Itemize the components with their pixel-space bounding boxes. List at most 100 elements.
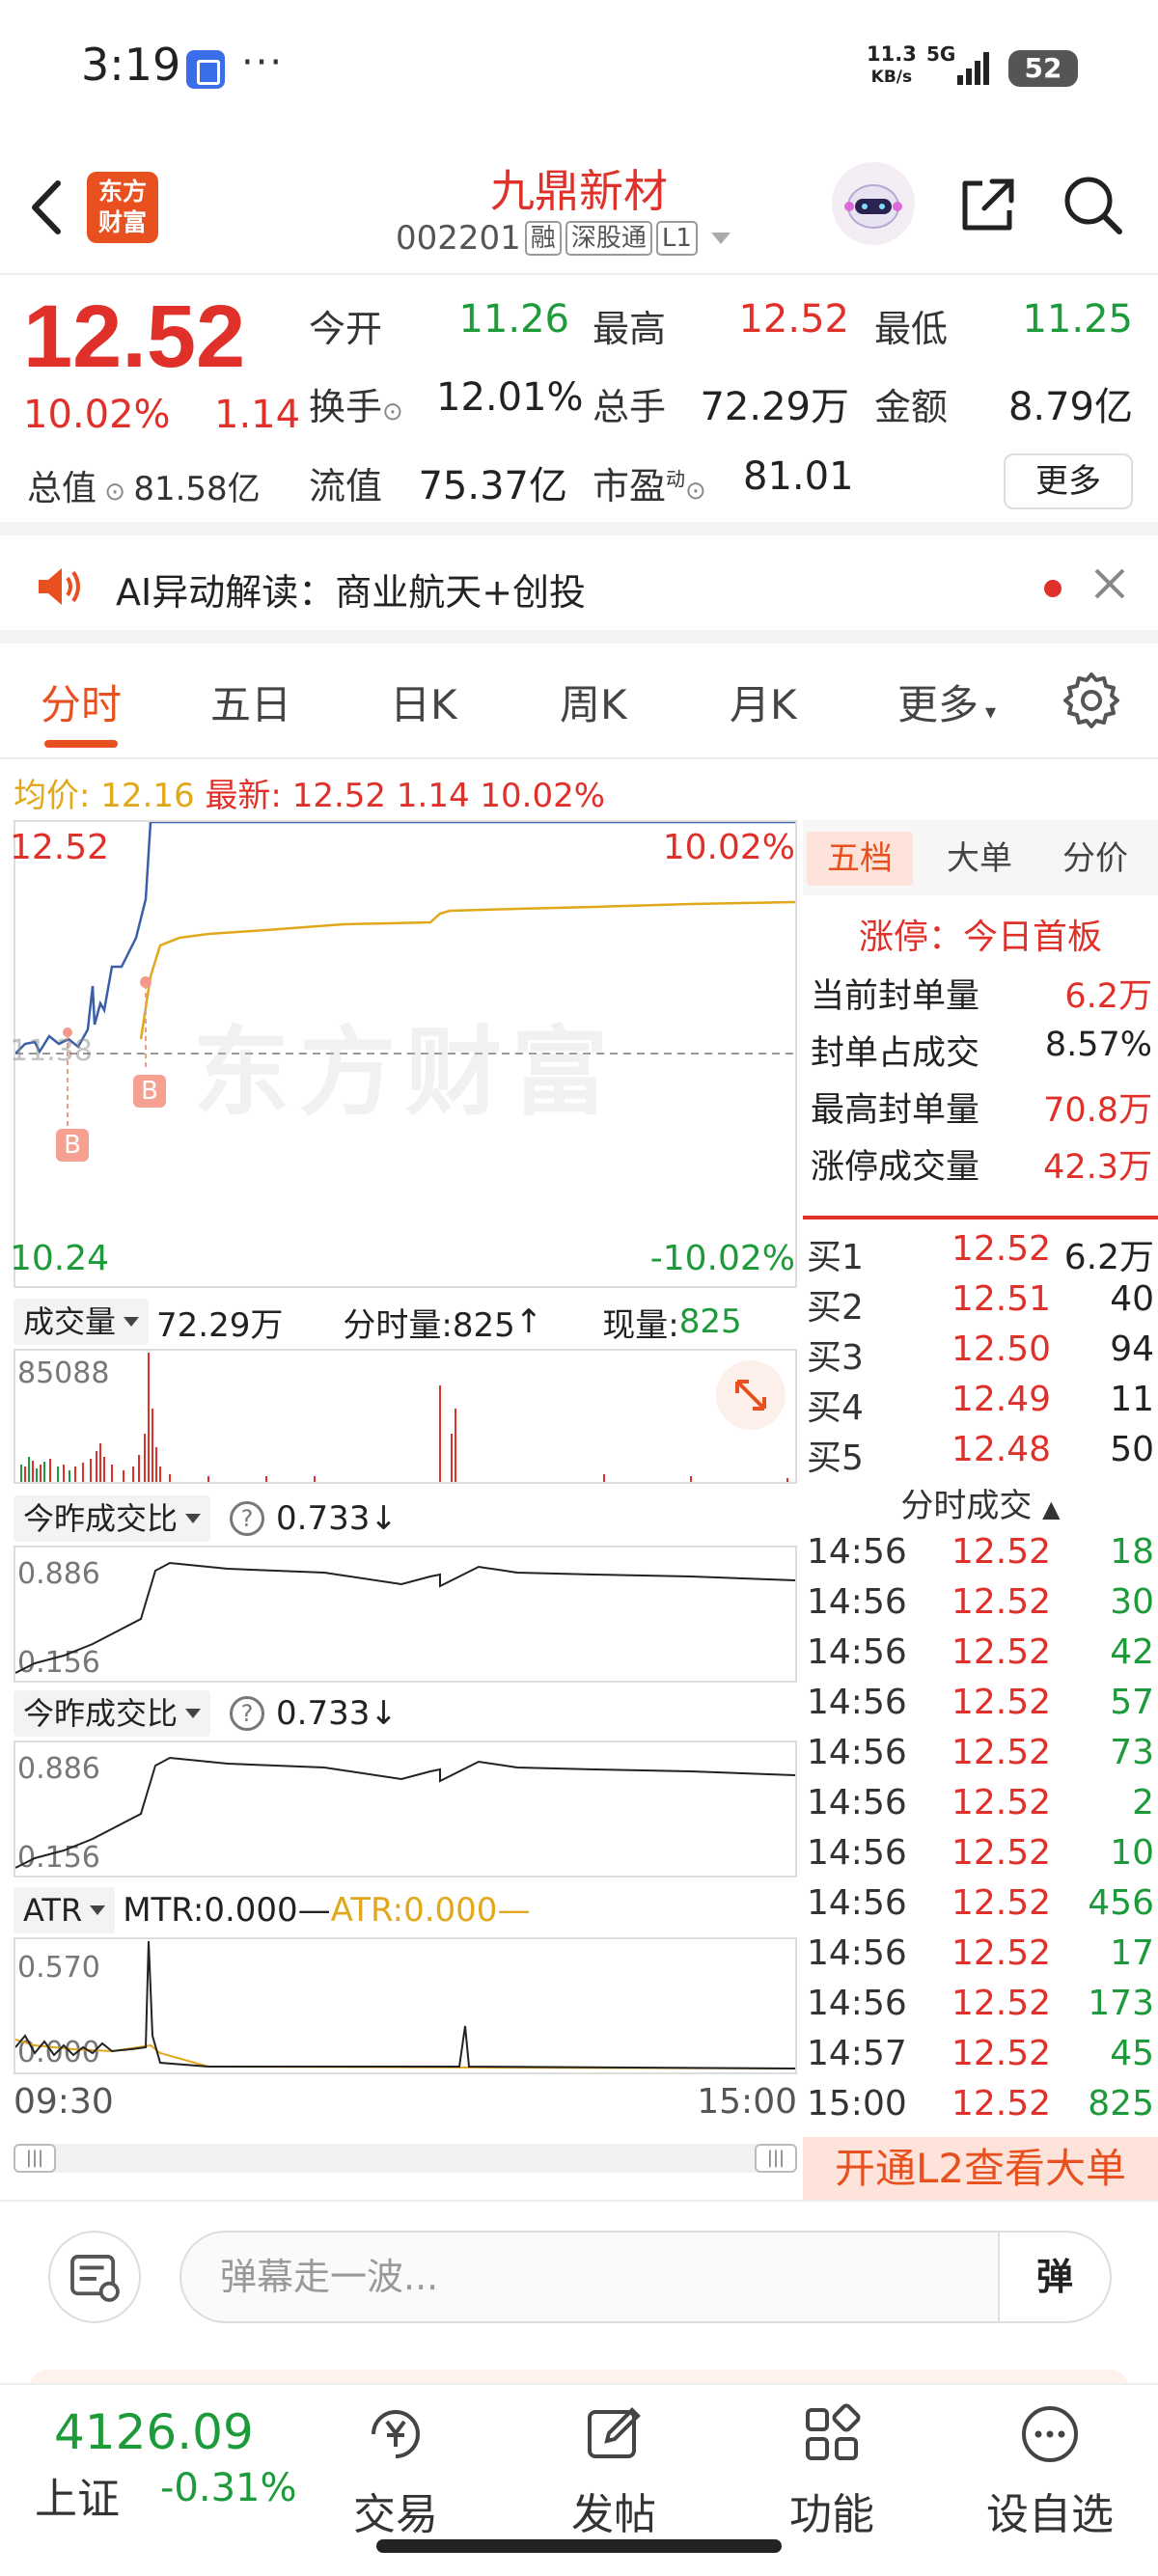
ratio-chart-2[interactable]: 0.886 0.156	[14, 1740, 797, 1877]
nav-trade[interactable]: 交易	[328, 2402, 463, 2541]
barrage-settings-icon[interactable]	[48, 2231, 141, 2323]
close-icon[interactable]	[1090, 564, 1129, 603]
grid-icon	[806, 2403, 861, 2460]
tick-time: 14:56	[807, 1582, 907, 1622]
stock-code-row[interactable]: 002201 融 深股通 L1	[396, 217, 731, 260]
gear-icon[interactable]	[1062, 671, 1121, 730]
ob-label: 买5	[807, 1439, 864, 1478]
order-book-row: 买2 12.51 40	[807, 1279, 1154, 1329]
tick-price: 12.52	[951, 1883, 1052, 1923]
caret-down-icon	[90, 1905, 106, 1915]
tick-row: 14:56 12.52 10	[807, 1833, 1154, 1883]
volume-indicator-select[interactable]: 成交量	[14, 1299, 150, 1345]
buy-marker[interactable]: B	[133, 1075, 166, 1108]
tab-more[interactable]: 更多 ▾	[897, 672, 996, 731]
quote-panel: 12.52 10.02% 1.14 总值 ⊙ 81.58亿 今开 11.26 最…	[0, 277, 1158, 535]
caret-down-icon	[124, 1317, 140, 1327]
tab-big-orders[interactable]: 大单	[926, 832, 1033, 886]
nav-post[interactable]: 发帖	[546, 2402, 681, 2541]
limit-row-label: 涨停成交量	[811, 1148, 980, 1187]
tab-intraday[interactable]: 分时	[41, 672, 122, 731]
info-icon[interactable]: ⊙	[685, 477, 706, 506]
help-icon[interactable]: ?	[230, 1501, 265, 1536]
pe-label-text: 市盈	[593, 465, 667, 507]
connect-tag: 深股通	[565, 221, 652, 256]
tick-price: 12.52	[951, 1632, 1052, 1672]
tab-monthly-k[interactable]: 月K	[730, 672, 797, 731]
nav-watchlist[interactable]: 设自选	[982, 2402, 1117, 2541]
time-start: 09:30	[14, 2082, 114, 2122]
buy-marker[interactable]: B	[56, 1129, 89, 1162]
expand-icon[interactable]	[716, 1360, 786, 1430]
range-handle-left[interactable]: |||	[14, 2144, 56, 2173]
tick-row: 15:00 12.52 825	[807, 2084, 1154, 2134]
mtr-value: MTR:0.000	[123, 1891, 298, 1930]
caret-up-icon: ▲	[1042, 1495, 1061, 1522]
tick-qty: 45	[1110, 2034, 1154, 2073]
tab-weekly-k[interactable]: 周K	[560, 672, 627, 731]
limit-row: 涨停成交量 42.3万	[811, 1139, 1152, 1189]
now-volume-label: 现量:	[602, 1305, 679, 1345]
ob-label: 买3	[807, 1338, 864, 1378]
limit-row-value: 8.57%	[1044, 1026, 1152, 1064]
atr-line-svg	[15, 1940, 795, 2069]
arrow-up-icon: ↑	[514, 1302, 543, 1341]
low-value: 11.25	[1022, 297, 1133, 342]
now-volume-value: 825	[678, 1302, 742, 1341]
ai-assistant-icon[interactable]	[832, 162, 915, 245]
order-book-row: 买3 12.50 94	[807, 1329, 1154, 1380]
turnover-value: 12.01%	[436, 375, 584, 420]
ob-price: 12.51	[951, 1279, 1052, 1319]
info-icon[interactable]: ⊙	[96, 478, 133, 507]
high-label: 最高	[593, 308, 667, 350]
tab-five-day[interactable]: 五日	[210, 672, 291, 731]
tick-price: 12.52	[951, 1833, 1052, 1873]
more-button[interactable]: 更多	[1004, 453, 1133, 509]
tick-qty: 18	[1110, 1532, 1154, 1572]
chevron-down-icon[interactable]	[710, 233, 731, 244]
mtr-line-sample: —	[297, 1891, 331, 1930]
help-icon[interactable]: ?	[230, 1696, 265, 1731]
tick-row: 14:56 12.52 42	[807, 1632, 1154, 1683]
index-change: -0.31%	[160, 2466, 297, 2510]
volume-chart[interactable]: 85088	[14, 1349, 797, 1484]
volume-bars-svg	[20, 1353, 788, 1482]
watermark: 东方财富	[193, 1016, 618, 1129]
network-type: 5G	[926, 42, 956, 66]
range-handle-right[interactable]: |||	[755, 2144, 797, 2173]
tick-qty: 42	[1110, 1632, 1154, 1672]
turnover-label: 换手⊙	[309, 377, 403, 430]
stock-code: 002201	[396, 219, 521, 258]
change-amount: 1.14	[214, 393, 301, 437]
tick-qty: 17	[1110, 1933, 1154, 1973]
search-icon[interactable]	[1060, 172, 1127, 239]
limit-up-title: 涨停：今日首板	[858, 918, 1102, 957]
tick-time: 14:56	[807, 1833, 907, 1873]
limit-row-value: 70.8万	[1043, 1091, 1152, 1130]
barrage-toggle-button[interactable]: 弹	[998, 2231, 1112, 2323]
nav-functions[interactable]: 功能	[764, 2402, 899, 2541]
barrage-input[interactable]: 弹幕走一波...	[179, 2231, 998, 2323]
atr-indicator-select[interactable]: ATR	[14, 1887, 116, 1933]
tab-order-book[interactable]: 五档	[807, 832, 913, 886]
info-icon[interactable]: ⊙	[382, 397, 403, 426]
open-l2-button[interactable]: 开通L2查看大单	[803, 2137, 1158, 2200]
tab-daily-k[interactable]: 日K	[390, 672, 457, 731]
chart-range-scrollbar[interactable]: ||| |||	[14, 2144, 797, 2173]
last-price: 12.52	[23, 288, 246, 386]
ratio-indicator-select-2[interactable]: 今昨成交比	[14, 1690, 211, 1737]
tick-row: 14:56 12.52 18	[807, 1532, 1154, 1582]
atr-chart[interactable]: 0.570 0.000	[14, 1937, 797, 2074]
chart-legend: 均价: 12.16 最新: 12.52 1.14 10.02%	[14, 769, 605, 816]
tick-qty: 2	[1132, 1783, 1154, 1822]
barrage-bar: 弹幕走一波... 弹	[0, 2200, 1158, 2354]
tick-price: 12.52	[951, 1532, 1052, 1572]
ratio-chart-1[interactable]: 0.886 0.156	[14, 1546, 797, 1683]
order-panel-tabs: 五档 大单 分价	[803, 820, 1158, 895]
ai-alert-bar[interactable]: AI异动解读：商业航天+创投	[0, 535, 1158, 644]
ticks-title[interactable]: 分时成交 ▲	[803, 1479, 1158, 1526]
ob-price: 12.52	[951, 1229, 1052, 1269]
ratio-indicator-select-1[interactable]: 今昨成交比	[14, 1495, 211, 1542]
share-icon[interactable]	[953, 172, 1021, 239]
tab-price-dist[interactable]: 分价	[1042, 832, 1148, 886]
